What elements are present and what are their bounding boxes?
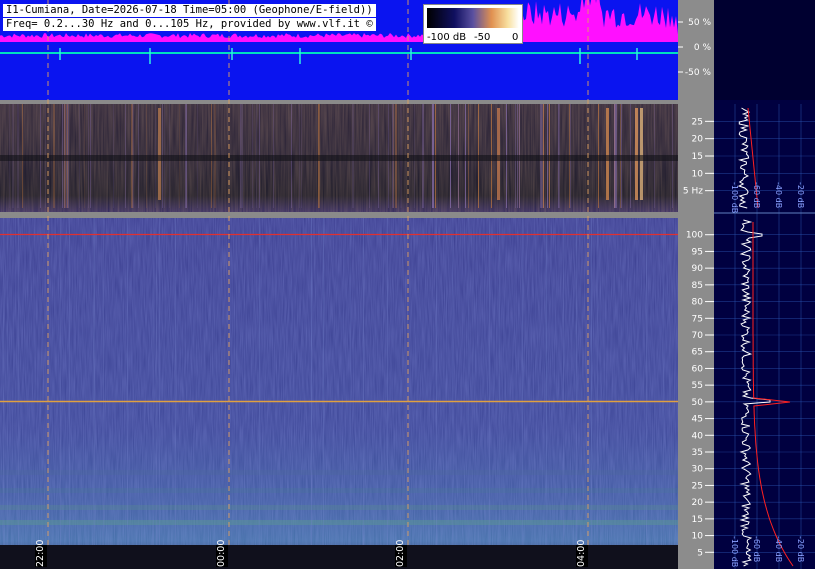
elf-freq-label: 10 <box>692 169 704 179</box>
header-frequency-line: Freq= 0.2...30 Hz and 0...105 Hz, provid… <box>3 18 376 31</box>
panel-separator-mid <box>0 212 678 218</box>
time-label-0000: 00:00 <box>216 539 228 567</box>
vlf-streak <box>546 218 547 545</box>
side-bottom-db-label: -20 dB <box>796 536 805 562</box>
header-station-line: I1-Cumiana, Date=2026-07-18 Time=05:00 (… <box>3 4 376 17</box>
vlf-freq-label: 40 <box>692 431 704 441</box>
vlf-streak <box>18 218 19 545</box>
vlf-streak <box>311 218 312 545</box>
vlf-freq-label: 20 <box>692 498 704 508</box>
vlf-streak <box>363 218 364 545</box>
vlf-streak <box>175 218 176 545</box>
vlf-streak <box>576 218 577 545</box>
time-label-2200: 22:00 <box>35 539 47 567</box>
vlf-freq-label: 75 <box>692 314 703 324</box>
vlf-streak <box>69 218 70 545</box>
waveform-peak-baseline <box>0 38 678 42</box>
vlf-streak <box>600 218 601 545</box>
colorbar-legend: -100 dB -50 0 <box>423 4 523 44</box>
colorbar-label-mid: -50 <box>474 32 491 43</box>
vlf-streak <box>259 218 260 545</box>
vlf-streak <box>323 218 324 545</box>
vlf-freq-label: 90 <box>692 264 704 274</box>
elf-bright-streak <box>158 108 161 200</box>
colorbar-gradient <box>427 8 519 28</box>
vlf-freq-label: 50 <box>692 398 704 408</box>
vlf-freq-label: 5 <box>697 548 703 558</box>
vlf-streak <box>669 218 670 545</box>
vlf-streak <box>127 218 128 545</box>
time-label-0200: 02:00 <box>395 539 407 567</box>
vlf-streak <box>387 218 388 545</box>
side-top-db-label: -100 dB <box>730 182 739 213</box>
vlf-streak <box>156 218 157 545</box>
vlf-streak <box>468 218 469 545</box>
time-label-0400: 04:00 <box>576 539 588 567</box>
vlf-freq-label: 70 <box>692 331 704 341</box>
side-top-db-label: -20 dB <box>796 182 805 208</box>
side-bottom-db-label: -60 dB <box>752 536 761 562</box>
vlf-streak <box>103 218 104 545</box>
vlf-streak <box>489 218 490 545</box>
vlf-monitor-display: 50 % 0 % -50 % 25 20 15 10 5 Hz 100 95 90 85 80 75 70 6… <box>0 0 815 569</box>
vlf-freq-label: 65 <box>692 348 703 358</box>
vlf-streak <box>646 218 647 545</box>
vlf-freq-label: 25 <box>692 481 703 491</box>
vlf-freq-label: 80 <box>692 298 704 308</box>
elf-freq-label: 15 <box>692 152 703 162</box>
side-spectrum-top-box <box>714 0 815 100</box>
vlf-streak <box>663 218 664 545</box>
vlf-freq-label: 55 <box>692 381 703 391</box>
vlf-streak <box>153 218 154 545</box>
vlf-freq-label: 85 <box>692 281 703 291</box>
elf-dark-band <box>0 155 678 161</box>
elf-bright-streak <box>635 108 638 200</box>
elf-freq-label: 25 <box>692 117 703 127</box>
side-bottom-db-label: -100 dB <box>730 536 739 567</box>
vlf-freq-label: 15 <box>692 515 703 525</box>
colorbar-label-max: 0 <box>512 32 519 43</box>
elf-bright-streak <box>497 108 500 200</box>
side-bottom-db-label: -40 dB <box>774 536 783 562</box>
vlf-streak <box>236 218 237 545</box>
vlf-streak <box>472 218 473 545</box>
vlf-streak <box>159 218 160 545</box>
vlf-streak <box>350 218 351 545</box>
vlf-freq-label: 95 <box>692 247 703 257</box>
vlf-streak <box>597 218 598 545</box>
vlf-freq-label: 30 <box>692 465 704 475</box>
vlf-streak <box>94 218 95 545</box>
elf-freq-label: 20 <box>692 135 704 145</box>
vlf-streak <box>3 218 4 545</box>
elf-bright-streak <box>606 108 609 200</box>
elf-bright-streak <box>640 108 643 200</box>
vlf-streak <box>446 218 447 545</box>
spectrogram-canvas: 50 %0 %-50 %252015105 Hz1009590858075706… <box>0 0 815 569</box>
vlf-streak <box>591 218 592 545</box>
vlf-freq-label: 100 <box>686 231 703 241</box>
vlf-streak <box>563 218 564 545</box>
vlf-streak <box>93 218 94 545</box>
vlf-freq-label: 35 <box>692 448 703 458</box>
side-top-db-label: -40 dB <box>774 182 783 208</box>
vlf-streak <box>522 218 523 545</box>
vlf-streak <box>60 218 61 545</box>
elf-freq-label: 5 Hz <box>683 187 703 197</box>
vlf-freq-label: 60 <box>692 364 704 374</box>
waveform-percent-label: 0 % <box>694 43 712 53</box>
vlf-streak <box>452 218 453 545</box>
colorbar-label-min: -100 dB <box>427 32 467 43</box>
vlf-streak <box>436 218 437 545</box>
panel-separator-top <box>0 100 678 104</box>
side-top-db-label: -60 dB <box>752 182 761 208</box>
vlf-streak <box>499 218 500 545</box>
vlf-freq-label: 45 <box>692 415 703 425</box>
vlf-freq-label: 10 <box>692 532 704 542</box>
waveform-percent-label: 50 % <box>688 18 711 28</box>
vlf-streak <box>291 218 292 545</box>
vlf-streak <box>7 218 8 545</box>
waveform-percent-label: -50 % <box>685 68 712 78</box>
